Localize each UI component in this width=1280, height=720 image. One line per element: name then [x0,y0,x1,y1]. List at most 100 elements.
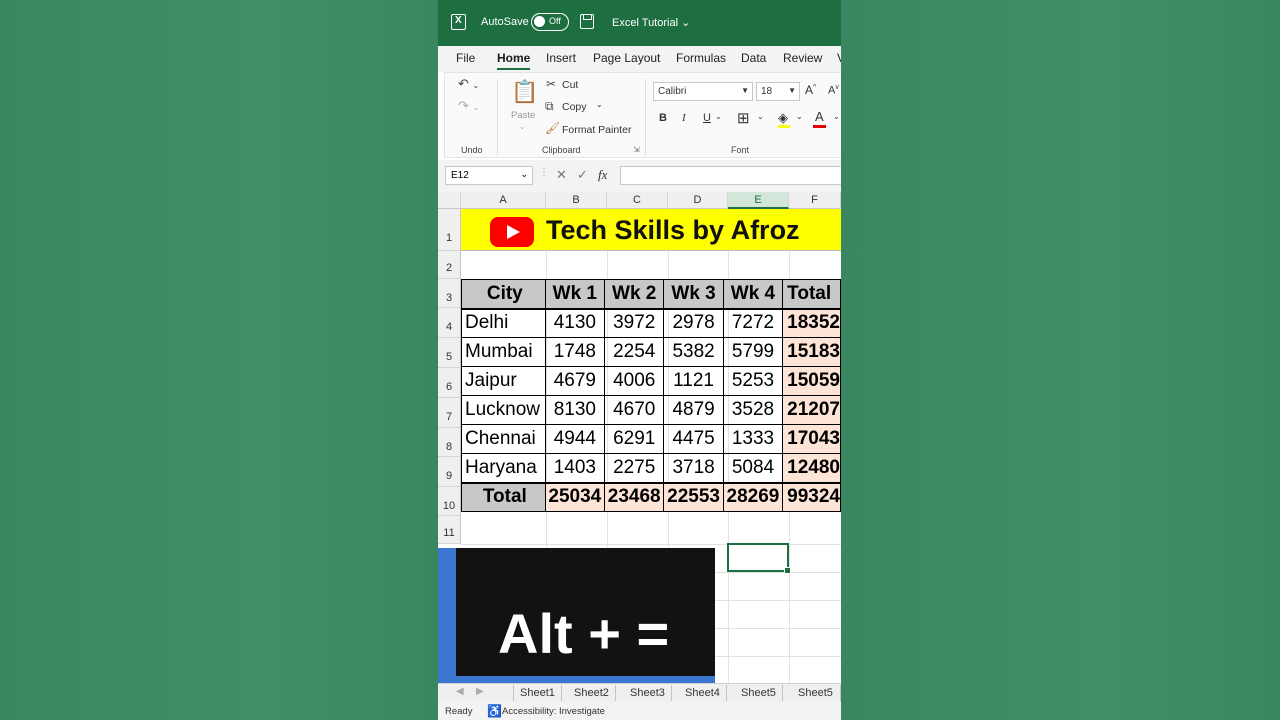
table-cell[interactable]: 3718 [663,453,724,483]
cut-icon[interactable]: ✂ [546,77,556,91]
font-size-box[interactable]: 18 ▼ [756,82,800,101]
tab-data[interactable]: Data [741,51,766,65]
row-header-9[interactable]: 9 [438,457,461,487]
accessibility-icon[interactable]: ♿ [487,704,502,718]
total-cell[interactable]: 23468 [604,481,665,512]
table-cell[interactable]: Chennai [461,424,546,454]
table-header-cell[interactable]: Wk 1 [544,279,606,310]
borders-dropdown-icon[interactable]: ⌄ [757,112,764,121]
column-header-d[interactable]: D [668,192,728,209]
table-cell[interactable]: Delhi [461,308,546,338]
name-box[interactable]: E12 ⌄ [445,166,533,185]
tab-insert[interactable]: Insert [546,51,576,65]
table-cell[interactable]: 5084 [722,453,784,483]
paste-label[interactable]: Paste [511,110,535,121]
scroll-right-icon[interactable]: ▶ [476,686,484,697]
row-header-3[interactable]: 3 [438,279,461,308]
paste-dropdown-icon[interactable]: ⌄ [519,122,526,131]
column-header-f[interactable]: F [789,192,841,209]
accessibility-status[interactable]: Accessibility: Investigate [502,706,605,717]
table-cell[interactable]: 3972 [604,308,665,338]
fill-color-icon[interactable]: ◈ [778,110,788,126]
cut-label[interactable]: Cut [562,79,578,91]
title-banner[interactable]: Tech Skills by Afroz [461,209,841,251]
fill-dropdown-icon[interactable]: ⌄ [796,112,803,121]
tab-review[interactable]: Review [783,51,822,65]
font-color-dropdown-icon[interactable]: ⌄ [833,112,840,121]
italic-button[interactable]: I [682,112,686,124]
paste-icon[interactable]: 📋 [511,79,538,105]
sheet-tab-5[interactable]: Sheet5 [735,685,783,701]
font-name-box[interactable]: Calibri ▼ [653,82,753,101]
total-cell[interactable]: 22553 [663,481,724,512]
autosave-toggle[interactable]: Off [531,13,569,31]
format-painter-icon[interactable]: 🖌 [545,121,560,135]
formula-input[interactable] [620,166,841,185]
sheet-tab-3[interactable]: Sheet3 [624,685,672,701]
enter-icon[interactable]: ✓ [577,167,588,183]
row-header-6[interactable]: 6 [438,368,461,398]
table-cell[interactable]: Haryana [461,453,546,483]
column-header-c[interactable]: C [607,192,668,209]
table-cell[interactable]: 18352 [782,308,841,338]
tab-file[interactable]: File [456,51,475,65]
font-color-icon[interactable]: A [815,109,824,124]
underline-button[interactable]: U [703,112,711,124]
row-header-1[interactable]: 1 [438,209,461,251]
increase-font-icon[interactable]: A^ [805,83,816,97]
copy-label[interactable]: Copy [562,101,587,113]
table-cell[interactable]: 1403 [544,453,606,483]
total-cell[interactable]: 25034 [544,481,606,512]
column-header-a[interactable]: A [461,192,546,209]
table-header-cell[interactable]: City [461,279,546,310]
table-header-cell[interactable]: Wk 3 [663,279,724,310]
row-header-8[interactable]: 8 [438,428,461,457]
table-cell[interactable]: 1121 [663,366,724,396]
decrease-font-icon[interactable]: Av [828,84,839,97]
row-header-5[interactable]: 5 [438,338,461,368]
row-header-7[interactable]: 7 [438,398,461,428]
table-cell[interactable]: 4670 [604,395,665,425]
table-cell[interactable]: 2978 [663,308,724,338]
sheet-tab-2[interactable]: Sheet2 [568,685,616,701]
table-cell[interactable]: 5799 [722,337,784,367]
tab-view[interactable]: V [837,51,841,65]
table-cell[interactable]: 21207 [782,395,841,425]
table-cell[interactable]: 15059 [782,366,841,396]
row-header-2[interactable]: 2 [438,251,461,279]
dialog-launcher-icon[interactable]: ⇲ [633,145,640,154]
sheet-tab-4[interactable]: Sheet4 [679,685,727,701]
table-cell[interactable]: 2275 [604,453,665,483]
table-header-cell[interactable]: Total [782,279,841,310]
table-cell[interactable]: 1748 [544,337,606,367]
table-header-cell[interactable]: Wk 4 [722,279,784,310]
redo-icon[interactable]: ↷ ⌄ [458,98,479,114]
row-header-10[interactable]: 10 [438,487,461,516]
table-cell[interactable]: 1333 [722,424,784,454]
copy-icon[interactable]: ⧉ [545,99,554,114]
table-cell[interactable]: 12480 [782,453,841,483]
table-cell[interactable]: 15183 [782,337,841,367]
table-cell[interactable]: 5253 [722,366,784,396]
table-cell[interactable]: Mumbai [461,337,546,367]
tab-formulas[interactable]: Formulas [676,51,726,65]
table-cell[interactable]: 4944 [544,424,606,454]
table-cell[interactable]: 5382 [663,337,724,367]
table-cell[interactable]: Jaipur [461,366,546,396]
table-cell[interactable]: 4679 [544,366,606,396]
tab-home[interactable]: Home [497,51,531,70]
table-header-cell[interactable]: Wk 2 [604,279,665,310]
active-cell-e12[interactable] [727,543,791,574]
table-cell[interactable]: 8130 [544,395,606,425]
row-header-11[interactable]: 11 [438,516,461,544]
document-title[interactable]: Excel Tutorial ⌄ [612,16,690,29]
table-cell[interactable]: 4879 [663,395,724,425]
save-icon[interactable] [580,14,594,29]
copy-dropdown-icon[interactable]: ⌄ [596,100,603,109]
table-cell[interactable]: Lucknow [461,395,546,425]
column-header-b[interactable]: B [546,192,607,209]
table-cell[interactable]: 17043 [782,424,841,454]
select-all-corner[interactable] [438,192,461,209]
table-cell[interactable]: 2254 [604,337,665,367]
table-cell[interactable]: 4006 [604,366,665,396]
